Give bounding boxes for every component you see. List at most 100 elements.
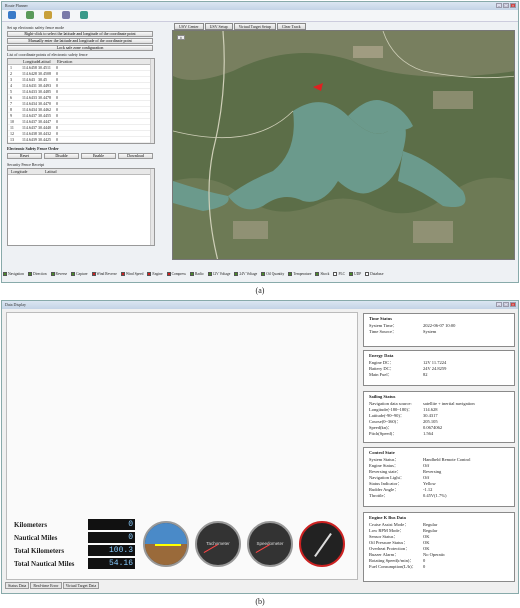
right-click-select-button[interactable]: Right-click to select the latitude and l…: [7, 31, 153, 37]
status-value: 0.45V(1.7%): [423, 493, 447, 498]
satellite-map[interactable]: ±: [172, 30, 515, 260]
col-latitude: Latitud: [39, 59, 51, 64]
instrument-gauges: Tachometer Speedometer: [143, 521, 345, 567]
map-tabs: USV Center USV Setup Virtual Target Setu…: [174, 23, 306, 30]
table-cell: 0: [56, 107, 58, 112]
minimize-button[interactable]: –: [496, 3, 502, 8]
table-cell: 5: [10, 89, 12, 94]
compass-gauge-icon: [299, 521, 345, 567]
speedometer-label: Speedometer: [256, 541, 284, 546]
legend-item: Temperature: [288, 272, 311, 276]
table-cell: 11: [10, 125, 14, 130]
figure-caption-b: (b): [255, 597, 265, 606]
edit-icon[interactable]: [44, 11, 52, 19]
status-key: Fuel Consumption(L/h)：: [369, 564, 417, 569]
close-button[interactable]: ×: [510, 302, 516, 307]
table-cell: 0: [56, 65, 58, 70]
legend-item: Wind Reverse: [91, 272, 117, 276]
legend-item: Database: [365, 272, 383, 276]
route-icon[interactable]: [8, 11, 16, 19]
legend-item: Radio: [189, 272, 204, 276]
status-value: Handheld Remote Control: [423, 457, 471, 462]
disable-button[interactable]: Disable: [44, 153, 79, 159]
manual-entry-button[interactable]: Manually enter the latitude and longitud…: [7, 38, 153, 44]
total-nautical-miles-label: Total Nautical Miles: [14, 559, 75, 568]
attitude-indicator-icon: [143, 521, 189, 567]
legend-label: UDP: [354, 272, 362, 276]
panel-title: Energy Data: [369, 353, 394, 358]
lock-safe-zone-button[interactable]: Lock safe zone configuration: [7, 45, 153, 51]
legend-item: 12V Voltage: [207, 272, 230, 276]
status-key: Pitch(Speed)：: [369, 431, 397, 436]
table-row[interactable]: 13 114.6439 30.4425 0: [8, 137, 154, 143]
table-cell: 114.6437: [22, 125, 37, 130]
scrollbar[interactable]: [150, 169, 154, 245]
engine-bus-panel: Engine K Bus Data Cruise Assist Mode： Reg…: [363, 512, 515, 582]
wrench-icon[interactable]: [62, 11, 70, 19]
maximize-button[interactable]: □: [503, 302, 509, 307]
status-indicator-icon: [349, 272, 354, 276]
table-cell: 114.6434: [22, 101, 37, 106]
enable-button[interactable]: Enable: [81, 153, 116, 159]
fence-setup-panel: Set up electronic safety fence mode Righ…: [7, 24, 155, 256]
table-cell: 9: [10, 113, 12, 118]
download-button[interactable]: Download: [118, 153, 153, 159]
time-status-panel: Time Status System Time： 2022-06-07 10:00…: [363, 313, 515, 347]
scrollbar[interactable]: [150, 59, 154, 143]
minimize-button[interactable]: –: [496, 302, 502, 307]
table-cell: 4: [10, 83, 12, 88]
panel-title: Sailing Status: [369, 394, 396, 399]
table-cell: 0: [56, 119, 58, 124]
status-indicator-icon: [315, 272, 320, 276]
status-key: Time Source：: [369, 329, 397, 334]
status-indicator-icon: [333, 272, 338, 276]
clear-track-tab[interactable]: Clear Track: [276, 23, 306, 30]
setup-mode-label: Set up electronic safety fence mode: [7, 25, 64, 30]
legend-label: Reverse: [55, 272, 68, 276]
table-cell: 7: [10, 101, 12, 106]
close-button[interactable]: ×: [510, 3, 516, 8]
kilometers-value: 0: [88, 519, 135, 530]
points-list-label: List of coordinate points of electronic …: [7, 52, 88, 57]
table-cell: 30.4447: [38, 119, 51, 124]
coordinate-points-table[interactable]: Longitude Latitud Elevation 1 114.6458 30.45…: [7, 58, 155, 144]
tab-status-data[interactable]: Status Data: [5, 582, 30, 589]
table-cell: 30.4478: [38, 95, 51, 100]
reset-button[interactable]: Reset: [7, 153, 42, 159]
table-cell: 30.4425: [38, 137, 51, 142]
table-cell: 114.6433: [22, 95, 37, 100]
usv-center-tab[interactable]: USV Center: [174, 23, 204, 30]
legend-label: Wind Reverse: [96, 272, 117, 276]
table-cell: 0: [56, 83, 58, 88]
status-row: Throttle： 0.45V(1.7%): [369, 493, 509, 499]
virtual-target-setup-tab[interactable]: Virtual Target Setup: [233, 23, 276, 30]
table-cell: 114.6431: [22, 83, 37, 88]
maximize-button[interactable]: □: [503, 3, 509, 8]
status-row: Fuel Consumption(L/h)： 0: [369, 564, 509, 570]
status-indicator-icon: [365, 272, 370, 276]
status-indicator-icon: [27, 272, 32, 276]
status-indicator-icon: [120, 272, 125, 276]
panel-title: Engine K Bus Data: [369, 515, 406, 520]
legend-label: Navigation: [8, 272, 24, 276]
status-value: 0: [423, 564, 426, 569]
zoom-control[interactable]: ±: [177, 35, 185, 40]
table-cell: 114.6458: [22, 65, 37, 70]
table-cell: 30.4485: [38, 89, 51, 94]
table-cell: 114.6437: [22, 119, 37, 124]
legend-item: Compress: [166, 272, 186, 276]
tab-realtime-error[interactable]: Real-time Error: [30, 582, 62, 589]
tachometer-gauge: Tachometer: [195, 521, 241, 567]
tab-virtual-target-data[interactable]: Virtual Target Data: [62, 582, 100, 589]
map-icon[interactable]: [80, 11, 88, 19]
window-titlebar: Data Display – □ ×: [2, 301, 518, 309]
col-longitude: Longitude: [23, 59, 40, 64]
total-kilometers-value: 100.3: [88, 545, 135, 556]
usv-setup-tab[interactable]: USV Setup: [204, 23, 233, 30]
receipt-table[interactable]: Longitude Latitud: [7, 168, 155, 246]
legend-label: Shock: [320, 272, 330, 276]
flag-icon[interactable]: [26, 11, 34, 19]
sailing-status-panel: Sailing Status Navigation data source: sa…: [363, 391, 515, 443]
legend-item: Navigation: [3, 272, 24, 276]
legend-label: Direction: [32, 272, 47, 276]
